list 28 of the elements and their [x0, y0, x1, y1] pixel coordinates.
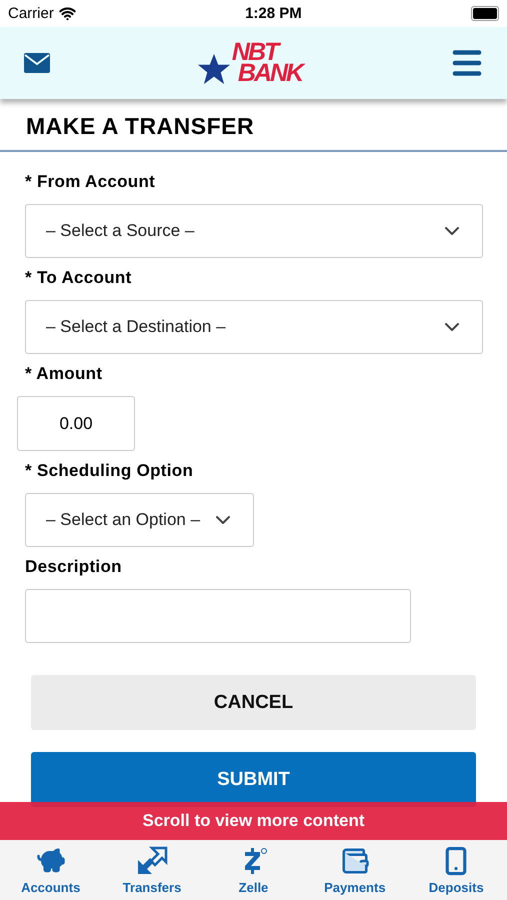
- field-label: * Amount: [25, 364, 104, 384]
- wifi-icon: [58, 5, 76, 22]
- field-label: * To Account: [25, 268, 133, 288]
- carrier-name: Carrier: [8, 5, 54, 22]
- star-icon: [196, 53, 231, 85]
- cancel-button[interactable]: CANCEL: [31, 675, 476, 730]
- status-time: 1:28 PM: [245, 5, 302, 22]
- tab-item[interactable]: Zelle: [205, 846, 302, 894]
- field-label: Description: [25, 557, 123, 577]
- select-field[interactable]: – Select a Destination –: [25, 300, 483, 354]
- tab-item[interactable]: Payments: [306, 846, 403, 894]
- tab-item[interactable]: Accounts: [2, 846, 99, 894]
- bank-logo: NBT BANK: [232, 42, 302, 84]
- tab-item[interactable]: Deposits: [408, 846, 504, 894]
- mail-icon[interactable]: [24, 53, 50, 73]
- piggy-bank-icon: [36, 846, 66, 876]
- transfer-arrows-icon: [136, 846, 168, 876]
- amount-field[interactable]: 0.00: [17, 396, 135, 451]
- tab-item[interactable]: Transfers: [104, 846, 200, 894]
- description-field[interactable]: [25, 589, 411, 643]
- select-field[interactable]: – Select an Option –: [25, 493, 254, 547]
- field-label: * From Account: [25, 172, 156, 192]
- wallet-icon: [340, 846, 370, 876]
- battery-icon: [470, 6, 499, 21]
- scroll-hint-banner: Scroll to view more content: [0, 802, 507, 840]
- field-label: * Scheduling Option: [25, 461, 194, 481]
- select-field[interactable]: – Select a Source –: [25, 204, 483, 258]
- page-title: MAKE A TRANSFER: [0, 99, 507, 152]
